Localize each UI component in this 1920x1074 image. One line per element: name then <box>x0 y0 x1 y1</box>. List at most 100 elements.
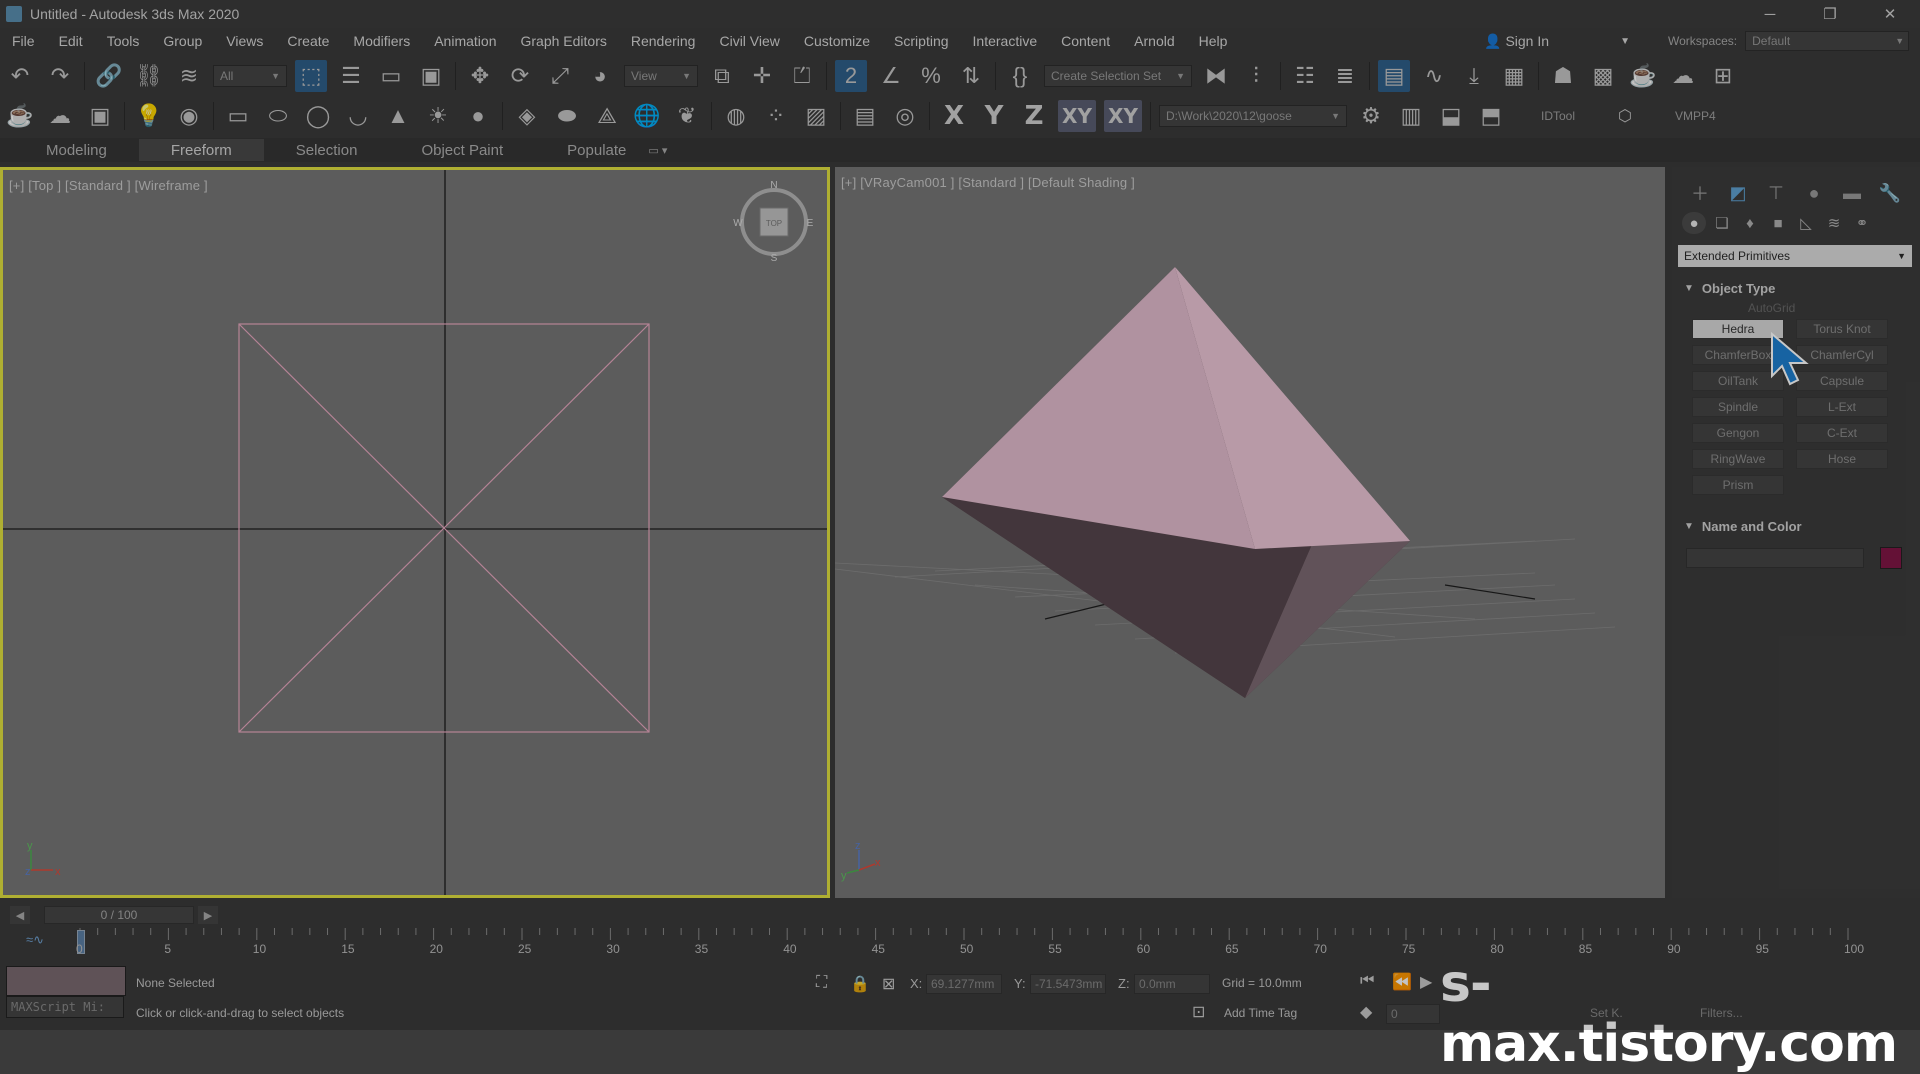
menu-group[interactable]: Group <box>151 33 214 49</box>
window-crossing-icon[interactable]: ▣ <box>415 60 447 92</box>
render-in-cloud-icon[interactable]: ☁ <box>1667 60 1699 92</box>
name-and-color-header[interactable]: ▼ Name and Color <box>1678 515 1912 537</box>
menu-file[interactable]: File <box>0 33 47 49</box>
add-time-tag-label[interactable]: Add Time Tag <box>1224 1006 1297 1020</box>
geometry-icon[interactable]: ● <box>1682 212 1706 234</box>
edit-named-selection-icon[interactable]: {} <box>1004 60 1036 92</box>
vray-proxy-icon[interactable]: ◈ <box>511 100 543 132</box>
ribbon-options-icon[interactable]: ▭ ▾ <box>648 144 667 157</box>
render-setup-icon[interactable]: ☗ <box>1547 60 1579 92</box>
absolute-mode-icon[interactable]: ⊠ <box>882 974 895 994</box>
vray-ring-icon[interactable]: ◯ <box>302 100 334 132</box>
redo-icon[interactable]: ↷ <box>44 60 76 92</box>
project-export-icon[interactable]: ⬓ <box>1435 100 1467 132</box>
hedra-object[interactable] <box>942 267 1410 698</box>
percent-snap-icon[interactable]: % <box>915 60 947 92</box>
modify-tab-icon[interactable]: ◩ <box>1720 180 1756 206</box>
align-icon[interactable]: ⫶ <box>1240 60 1272 92</box>
layer-explorer-icon[interactable]: ≣ <box>1329 60 1361 92</box>
project-import-icon[interactable]: ⬒ <box>1475 100 1507 132</box>
minimize-button[interactable]: ─ <box>1740 0 1800 28</box>
sign-in-button[interactable]: 👤 Sign In ▼ <box>1484 28 1630 54</box>
move-icon[interactable]: ✥ <box>464 60 496 92</box>
time-slider[interactable]: 0 / 100 <box>44 906 194 924</box>
dome-light-icon[interactable]: ◉ <box>173 100 205 132</box>
curve-editor-icon[interactable]: ∿ <box>1418 60 1450 92</box>
vmpp-icon[interactable]: ⬡ <box>1609 100 1641 132</box>
maxscript-listener-box[interactable] <box>6 966 126 996</box>
gengon-button[interactable]: Gengon <box>1692 423 1784 443</box>
z-coordinate-field[interactable]: 0.0mm <box>1134 974 1210 994</box>
constrain-x-button[interactable]: X <box>938 100 970 132</box>
scene-explorer-icon[interactable]: ☷ <box>1289 60 1321 92</box>
y-coordinate-field[interactable]: -71.5473mm <box>1030 974 1106 994</box>
menu-create[interactable]: Create <box>275 33 341 49</box>
angle-snap-icon[interactable]: ∠ <box>875 60 907 92</box>
vmpp-label[interactable]: VMPP4 <box>1675 109 1716 123</box>
space-warps-icon[interactable]: ≋ <box>1822 212 1846 234</box>
select-by-name-icon[interactable]: ☰ <box>335 60 367 92</box>
time-next-icon[interactable]: ▶ <box>198 906 218 924</box>
viewport-camera[interactable]: z y x [+] [VRayCam001 ] [Standard ] [Def… <box>835 167 1665 898</box>
render-production-icon[interactable]: ☕ <box>1627 60 1659 92</box>
systems-icon[interactable]: ⚭ <box>1850 212 1874 234</box>
placement-icon[interactable]: ◕ <box>584 60 616 92</box>
l-ext-button[interactable]: L-Ext <box>1796 397 1888 417</box>
constrain-xy-button[interactable]: XY <box>1058 100 1096 132</box>
scale-icon[interactable]: ⤢ <box>544 60 576 92</box>
viewcube[interactable]: TOP N S W E <box>733 180 813 264</box>
menu-rendering[interactable]: Rendering <box>619 33 708 49</box>
spindle-button[interactable]: Spindle <box>1692 397 1784 417</box>
rendered-frame-window-icon[interactable]: ▩ <box>1587 60 1619 92</box>
vray-sphere-icon[interactable]: ⬭ <box>262 100 294 132</box>
selection-lock-icon[interactable]: 🔒 <box>850 974 870 994</box>
material-grid-icon[interactable]: ⁘ <box>760 100 792 132</box>
undo-icon[interactable]: ↶ <box>4 60 36 92</box>
rect-selection-region-icon[interactable]: ▭ <box>375 60 407 92</box>
hedra-wireframe[interactable] <box>238 323 650 733</box>
constrain-z-button[interactable]: Z <box>1018 100 1050 132</box>
select-manipulate-icon[interactable]: ✛ <box>746 60 778 92</box>
ribbon-tab-modeling[interactable]: Modeling <box>14 139 139 161</box>
ribbon-tab-selection[interactable]: Selection <box>264 139 390 161</box>
prism-button[interactable]: Prism <box>1692 475 1784 495</box>
lights-icon[interactable]: ♦ <box>1738 212 1762 234</box>
reference-coordinate-select[interactable]: View ▼ <box>624 65 698 87</box>
render-frame-icon[interactable]: ▨ <box>800 100 832 132</box>
menu-edit[interactable]: Edit <box>47 33 95 49</box>
pivot-center-icon[interactable]: ⧉ <box>706 60 738 92</box>
menu-views[interactable]: Views <box>214 33 275 49</box>
menu-animation[interactable]: Animation <box>422 33 508 49</box>
ringwave-button[interactable]: RingWave <box>1692 449 1784 469</box>
primitive-category-select[interactable]: Extended Primitives ▼ <box>1678 245 1912 267</box>
utilities-tab-icon[interactable]: 🔧 <box>1872 180 1908 206</box>
constrain-xy-cycle-button[interactable]: XY <box>1104 100 1142 132</box>
rotate-icon[interactable]: ⟳ <box>504 60 536 92</box>
named-selection-set-select[interactable]: Create Selection Set ▼ <box>1044 65 1192 87</box>
project-folder-icon[interactable]: ▥ <box>1395 100 1427 132</box>
menu-modifiers[interactable]: Modifiers <box>341 33 422 49</box>
time-tag-icon[interactable]: ⊡ <box>1192 1002 1205 1022</box>
menu-content[interactable]: Content <box>1049 33 1122 49</box>
isolate-selection-icon[interactable]: ⛶ <box>816 974 827 992</box>
menu-civil-view[interactable]: Civil View <box>707 33 791 49</box>
current-frame-field[interactable]: 0 <box>1386 1004 1440 1024</box>
cameras-icon[interactable]: ■ <box>1766 212 1790 234</box>
c-ext-button[interactable]: C-Ext <box>1796 423 1888 443</box>
vray-globe-icon[interactable]: 🌐 <box>631 100 663 132</box>
vray-fur-icon[interactable]: ⬬ <box>551 100 583 132</box>
play-icon[interactable]: ▶ <box>1420 972 1432 992</box>
bind-space-warp-icon[interactable]: ≋ <box>173 60 205 92</box>
vray-disc-icon[interactable]: ● <box>462 100 494 132</box>
idtool-label[interactable]: IDTool <box>1541 109 1575 123</box>
menu-customize[interactable]: Customize <box>792 33 882 49</box>
spinner-snap-icon[interactable]: ⇅ <box>955 60 987 92</box>
vray-sun-icon[interactable]: ☀ <box>422 100 454 132</box>
create-tab-icon[interactable]: ＋ <box>1682 180 1718 206</box>
menu-scripting[interactable]: Scripting <box>882 33 960 49</box>
previous-frame-icon[interactable]: ⏪ <box>1392 972 1412 992</box>
selection-filter-select[interactable]: All ▼ <box>213 65 287 87</box>
maximize-button[interactable]: ❐ <box>1800 0 1860 28</box>
menu-arnold[interactable]: Arnold <box>1122 33 1186 49</box>
vray-mesh-icon[interactable]: ⟁ <box>591 100 623 132</box>
